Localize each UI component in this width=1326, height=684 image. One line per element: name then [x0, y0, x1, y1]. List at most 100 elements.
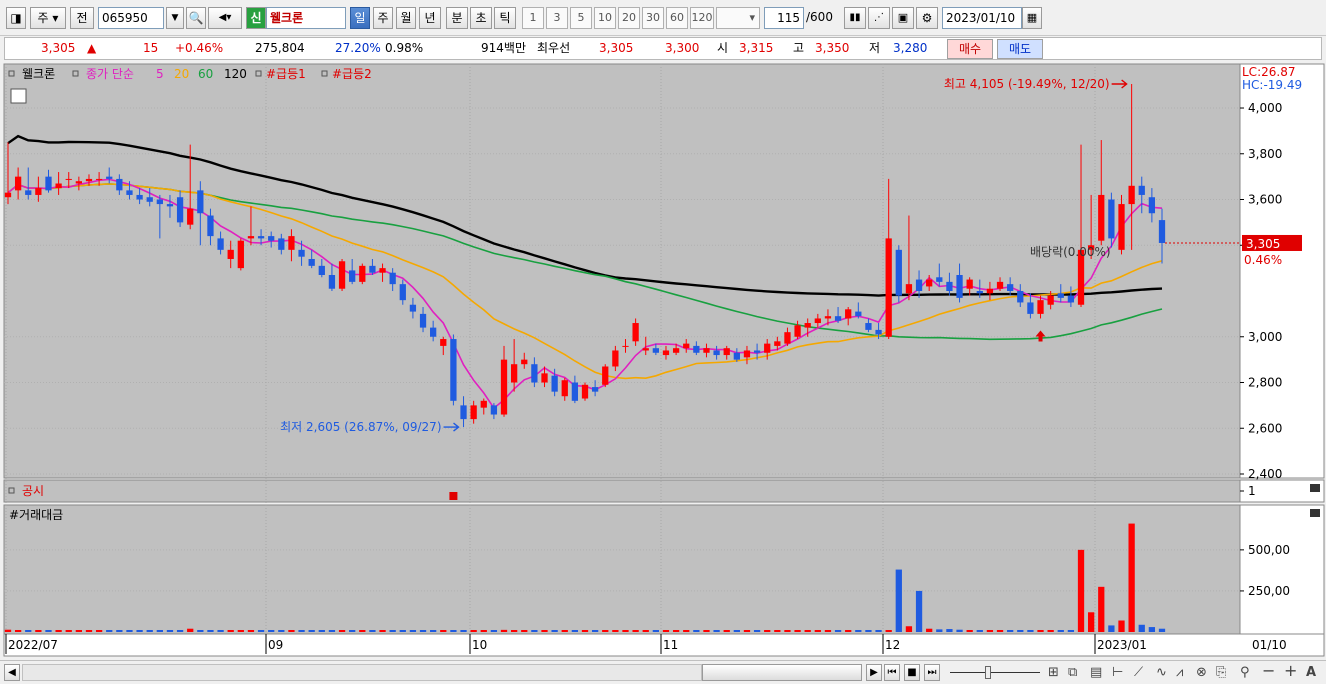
buy-button[interactable]: 매수 — [947, 39, 993, 59]
amount-bar — [237, 630, 244, 632]
legend-ma120: 120 — [224, 67, 247, 81]
candle-body — [136, 194, 143, 200]
stock-name-field[interactable]: 웰크론 — [266, 7, 346, 29]
calendar-icon[interactable]: ▦ — [1022, 7, 1042, 29]
wave-icon[interactable]: ∿ — [1156, 664, 1167, 681]
zoom-out-icon[interactable]: − — [1262, 662, 1275, 679]
minute-120[interactable]: 120 — [690, 7, 714, 29]
candle-type-icon[interactable]: ▮▮ — [844, 7, 866, 29]
amount-bar — [318, 630, 325, 632]
scroll-right-icon[interactable]: ▶ — [866, 664, 882, 681]
period-year[interactable]: 년 — [419, 7, 441, 29]
candle-body — [440, 339, 447, 346]
magnet-icon[interactable]: ⊗ — [1196, 664, 1207, 681]
candle-body — [490, 405, 498, 415]
first-icon[interactable]: ⏮ — [884, 664, 900, 681]
candle-body — [946, 281, 953, 292]
text-tool-icon[interactable]: A — [1306, 664, 1316, 681]
table-icon[interactable]: ▤ — [1090, 664, 1102, 681]
line-tool-icon[interactable]: ⋰ — [868, 7, 890, 29]
scroll-track[interactable] — [22, 664, 702, 681]
amount-bar — [662, 630, 670, 632]
lc-label: LC:26.87 — [1242, 65, 1295, 79]
amount-bar — [45, 630, 52, 632]
panel-close-icon[interactable] — [1310, 484, 1320, 492]
gear-icon[interactable]: ⚙ — [916, 7, 938, 29]
table-view-icon[interactable] — [10, 88, 27, 104]
amount-bar — [865, 630, 872, 632]
magnify-icon[interactable]: ⚲ — [1240, 664, 1250, 681]
amount-bar — [409, 630, 417, 632]
disclosure-marker[interactable] — [449, 492, 458, 500]
layout-icon[interactable]: ◨ — [6, 7, 26, 29]
minute-5[interactable]: 5 — [570, 7, 592, 29]
last-icon[interactable]: ⏭ — [924, 664, 940, 681]
compare-icon[interactable]: ⊞ — [1048, 664, 1059, 681]
amount-bar — [268, 630, 275, 632]
amount-bar — [4, 629, 12, 632]
minute-1[interactable]: 1 — [522, 7, 544, 29]
amount-bar — [1148, 627, 1156, 632]
search-icon[interactable]: 🔍 — [186, 7, 206, 29]
scroll-left-icon[interactable]: ◀ — [4, 664, 20, 681]
low-label: 저 — [869, 41, 881, 55]
price-chart[interactable]: 4,0003,8003,6003,4003,0002,8002,6002,400… — [0, 62, 1326, 660]
stop-icon[interactable]: ■ — [904, 664, 920, 681]
minute-20[interactable]: 20 — [618, 7, 640, 29]
candle-body — [926, 279, 933, 287]
minute-3[interactable]: 3 — [546, 7, 568, 29]
save-icon[interactable]: ▣ — [892, 7, 914, 29]
period-day[interactable]: 일 — [350, 7, 370, 29]
window-icon[interactable]: ⧉ — [1068, 664, 1077, 681]
candle-body — [1037, 300, 1044, 314]
candle-body — [85, 178, 93, 182]
count-input[interactable]: 115 — [764, 7, 804, 29]
trend-icon[interactable]: ⟋ — [1134, 664, 1143, 681]
type-select[interactable]: 주 ▾ — [30, 7, 66, 29]
zoom-in-icon[interactable]: + — [1284, 662, 1297, 679]
candle-body — [197, 190, 204, 214]
zoom-slider-handle[interactable] — [985, 666, 991, 679]
amount-bar — [1027, 630, 1034, 632]
period-month[interactable]: 월 — [396, 7, 416, 29]
amount-bar — [642, 630, 649, 632]
all-button[interactable]: 전 — [70, 7, 94, 29]
period-minute[interactable]: 분 — [446, 7, 468, 29]
period-week[interactable]: 주 — [373, 7, 393, 29]
panel-close-icon[interactable] — [1310, 509, 1320, 517]
candle-body — [288, 236, 295, 250]
amount-bar — [419, 630, 427, 632]
sell-button[interactable]: 매도 — [997, 39, 1043, 59]
speaker-icon[interactable]: ◀▾ — [208, 7, 242, 29]
scroll-thumb[interactable] — [702, 664, 862, 681]
candle-body — [1007, 284, 1014, 292]
amount-bar — [95, 630, 103, 632]
pattern-icon[interactable]: ⩘ — [1176, 664, 1183, 681]
amount-bar — [197, 630, 204, 632]
export-icon[interactable]: ⎘ — [1216, 664, 1226, 681]
minute-10[interactable]: 10 — [594, 7, 616, 29]
x-axis-label: 2023/01 — [1097, 638, 1147, 652]
minute-60[interactable]: 60 — [666, 7, 688, 29]
zoom-slider[interactable] — [950, 672, 1040, 673]
amount-bar — [774, 630, 781, 632]
amount-panel — [3, 504, 1241, 635]
current-price: 3,305 — [41, 41, 76, 55]
price-tick-label: 2,600 — [1248, 421, 1282, 435]
stock-code-input[interactable]: 065950 — [98, 7, 164, 29]
type-label: 주 — [37, 11, 49, 25]
date-input[interactable]: 2023/01/10 — [942, 7, 1022, 29]
amount-bar — [399, 630, 406, 632]
high-annotation: 최고 4,105 (-19.49%, 12/20) — [944, 77, 1110, 91]
amount-bar — [996, 630, 1004, 632]
open-price: 3,315 — [739, 41, 774, 55]
x-axis-label: 11 — [663, 638, 678, 652]
period-second[interactable]: 초 — [470, 7, 492, 29]
code-dropdown-icon[interactable]: ▼ — [166, 7, 184, 29]
cursor-icon[interactable]: ⊢ — [1112, 664, 1123, 681]
candle-body — [764, 343, 771, 353]
custom-period-select[interactable]: ▾ — [716, 7, 760, 29]
period-tick[interactable]: 틱 — [494, 7, 516, 29]
amount-title: #거래대금 — [9, 508, 63, 522]
minute-30[interactable]: 30 — [642, 7, 664, 29]
